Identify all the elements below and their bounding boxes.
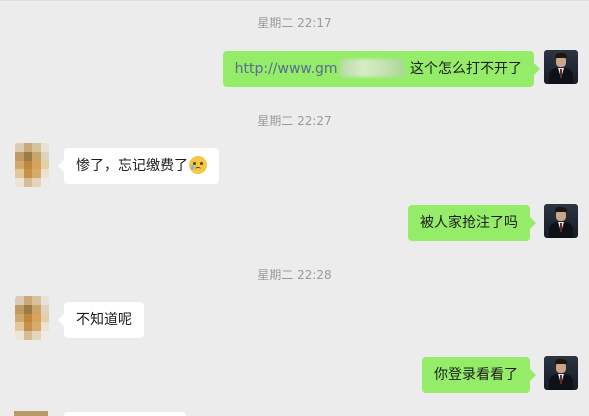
divider <box>0 0 589 1</box>
self-avatar[interactable] <box>544 50 578 84</box>
message-text: 不知道呢 <box>76 312 132 328</box>
crying-face-icon <box>189 156 207 174</box>
timestamp: 星期二 22:27 <box>257 114 332 128</box>
message-bubble-partial[interactable] <box>64 412 186 416</box>
contact-avatar[interactable] <box>15 143 49 187</box>
message-text: 你登录看看了 <box>434 367 518 383</box>
timestamp: 星期二 22:17 <box>257 16 332 30</box>
redacted-link-portion <box>339 59 404 77</box>
contact-avatar-partial[interactable] <box>14 411 48 416</box>
message-text: 被人家抢注了吗 <box>420 215 518 231</box>
message-link[interactable]: http://www.gm <box>235 61 338 77</box>
message-bubble-other[interactable]: 惨了，忘记缴费了 <box>58 148 219 184</box>
chat-window: 星期二 22:17 http://www.gm 这个怎么打不开了 星期二 22:… <box>0 0 589 416</box>
message-bubble-self[interactable]: http://www.gm 这个怎么打不开了 <box>222 51 541 87</box>
message-bubble-self[interactable]: 你登录看看了 <box>422 357 536 393</box>
self-avatar[interactable] <box>544 204 578 238</box>
message-bubble-other[interactable]: 不知道呢 <box>58 302 144 338</box>
message-text: 这个怎么打不开了 <box>410 61 522 77</box>
contact-avatar[interactable] <box>15 296 49 340</box>
message-text: 惨了，忘记缴费了 <box>76 158 188 174</box>
timestamp: 星期二 22:28 <box>257 268 332 282</box>
self-avatar[interactable] <box>544 356 578 390</box>
message-bubble-self[interactable]: 被人家抢注了吗 <box>408 205 536 241</box>
